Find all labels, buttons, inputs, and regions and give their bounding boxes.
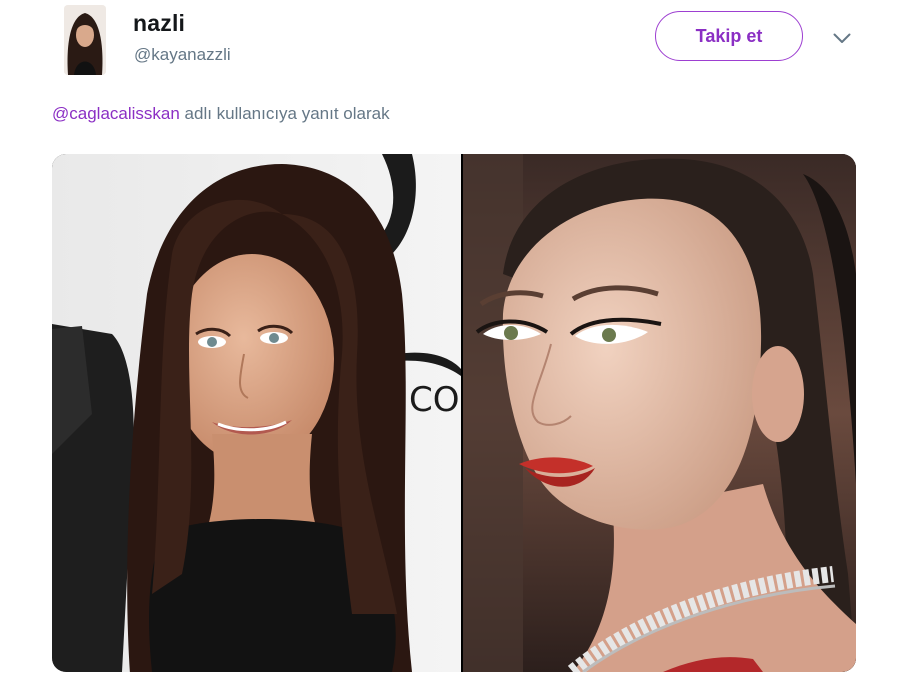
- reply-suffix: adlı kullanıcıya yanıt olarak: [179, 104, 390, 123]
- chevron-down-icon[interactable]: [830, 28, 854, 48]
- follow-button[interactable]: Takip et: [655, 11, 803, 61]
- photo-left[interactable]: COR: [52, 154, 461, 672]
- tweet: nazli @kayanazzli Takip et @caglacalissk…: [0, 0, 900, 684]
- reply-mention-link[interactable]: @caglacalisskan: [52, 104, 180, 123]
- reply-context: @caglacalisskan adlı kullanıcıya yanıt o…: [52, 104, 390, 124]
- media-grid: COR: [52, 154, 856, 672]
- display-name[interactable]: nazli: [133, 10, 185, 37]
- photo-right[interactable]: [463, 154, 856, 672]
- avatar[interactable]: [64, 5, 106, 75]
- backdrop-text: COR: [409, 380, 461, 420]
- user-handle[interactable]: @kayanazzli: [134, 45, 231, 65]
